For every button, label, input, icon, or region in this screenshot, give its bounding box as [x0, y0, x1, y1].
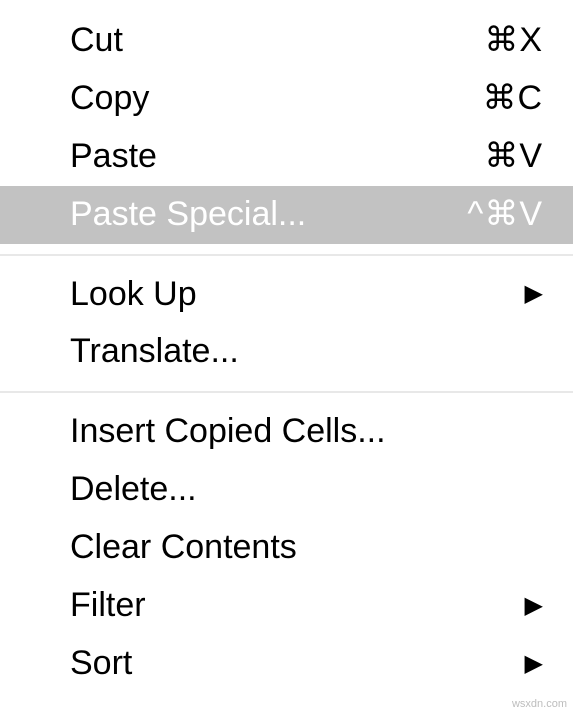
menu-item-shortcut: ⌘V: [484, 134, 543, 180]
menu-separator: [0, 391, 573, 393]
menu-item-paste-special[interactable]: Paste Special...^⌘V: [0, 186, 573, 244]
menu-item-shortcut: ^⌘V: [467, 192, 543, 238]
menu-item-label: Copy: [70, 76, 482, 122]
menu-item-label: Insert Copied Cells...: [70, 409, 543, 455]
menu-item-label: Sort: [70, 641, 515, 687]
menu-item-label: Paste: [70, 134, 484, 180]
watermark: wsxdn.com: [512, 698, 567, 710]
menu-item-label: Clear Contents: [70, 525, 543, 571]
menu-item-label: Translate...: [70, 329, 543, 375]
menu-item-sort[interactable]: Sort ▶: [0, 635, 573, 693]
menu-item-paste[interactable]: Paste⌘V: [0, 128, 573, 186]
menu-item-translate[interactable]: Translate...: [0, 323, 573, 381]
submenu-arrow-icon: ▶: [525, 590, 543, 622]
menu-item-clear-contents[interactable]: Clear Contents: [0, 519, 573, 577]
menu-item-copy[interactable]: Copy⌘C: [0, 70, 573, 128]
menu-item-label: Look Up: [70, 272, 515, 318]
menu-item-label: Paste Special...: [70, 192, 467, 238]
menu-item-shortcut: ⌘X: [484, 18, 543, 64]
menu-item-insert-copied-cells[interactable]: Insert Copied Cells...: [0, 403, 573, 461]
menu-separator: [0, 254, 573, 256]
submenu-arrow-icon: ▶: [525, 648, 543, 680]
menu-item-label: Filter: [70, 583, 515, 629]
menu-item-label: Cut: [70, 18, 484, 64]
submenu-arrow-icon: ▶: [525, 278, 543, 310]
menu-item-filter[interactable]: Filter ▶: [0, 577, 573, 635]
menu-item-shortcut: ⌘C: [482, 76, 543, 122]
menu-item-cut[interactable]: Cut⌘X: [0, 12, 573, 70]
menu-item-delete[interactable]: Delete...: [0, 461, 573, 519]
menu-item-look-up[interactable]: Look Up ▶: [0, 266, 573, 324]
menu-item-label: Delete...: [70, 467, 543, 513]
context-menu: Cut⌘XCopy⌘CPaste⌘VPaste Special...^⌘VLoo…: [0, 0, 573, 705]
